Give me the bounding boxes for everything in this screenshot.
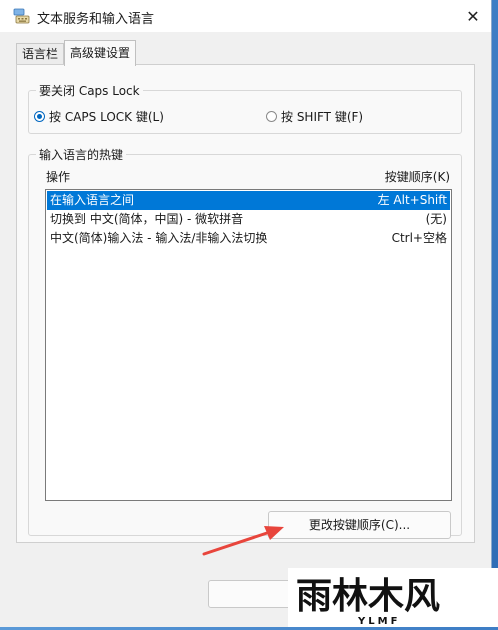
tab-advanced-key-settings[interactable]: 高级键设置	[64, 40, 137, 66]
list-item[interactable]: 中文(简体)输入法 - 输入法/非输入法切换 Ctrl+空格	[47, 229, 450, 248]
radio-checked-icon	[34, 111, 45, 122]
caps-lock-group-label: 要关闭 Caps Lock	[36, 82, 143, 99]
watermark-subtext: YLMF	[357, 616, 400, 627]
annotation-arrow-icon	[202, 526, 284, 556]
watermark-text: 雨林木风	[296, 576, 440, 617]
tab-panel: 要关闭 Caps Lock 按 CAPS LOCK 键(L) 按 SHIFT 键…	[16, 64, 475, 543]
keyboard-icon	[13, 8, 30, 24]
radio-unchecked-icon	[266, 111, 277, 122]
radio-caps-lock[interactable]: 按 CAPS LOCK 键(L)	[34, 108, 164, 125]
radio-shift-label: 按 SHIFT 键(F)	[281, 110, 364, 124]
radio-caps-lock-label: 按 CAPS LOCK 键(L)	[49, 110, 164, 124]
change-key-sequence-button[interactable]: 更改按键顺序(C)...	[268, 511, 451, 539]
list-item[interactable]: 切换到 中文(简体，中国) - 微软拼音 (无)	[47, 210, 450, 229]
radio-shift[interactable]: 按 SHIFT 键(F)	[266, 108, 363, 125]
hotkeys-group-label: 输入语言的热键	[36, 146, 127, 163]
list-item[interactable]: 在输入语言之间 左 Alt+Shift	[47, 191, 450, 210]
close-button[interactable]: ✕	[456, 1, 490, 31]
close-icon: ✕	[466, 6, 480, 26]
caps-lock-group: 要关闭 Caps Lock 按 CAPS LOCK 键(L) 按 SHIFT 键…	[28, 82, 462, 134]
tab-language-bar[interactable]: 语言栏	[16, 43, 65, 65]
hotkeys-listbox[interactable]: 在输入语言之间 左 Alt+Shift 切换到 中文(简体，中国) - 微软拼音…	[45, 189, 452, 501]
title-bar: 文本服务和输入语言 ✕	[0, 0, 491, 32]
column-header-action: 操作	[46, 170, 71, 184]
column-header-key-sequence: 按键顺序(K)	[384, 170, 450, 184]
watermark-logo: 雨林木风 YLMF	[288, 568, 498, 627]
window-title: 文本服务和输入语言	[37, 12, 155, 27]
ok-button[interactable]	[208, 580, 296, 608]
